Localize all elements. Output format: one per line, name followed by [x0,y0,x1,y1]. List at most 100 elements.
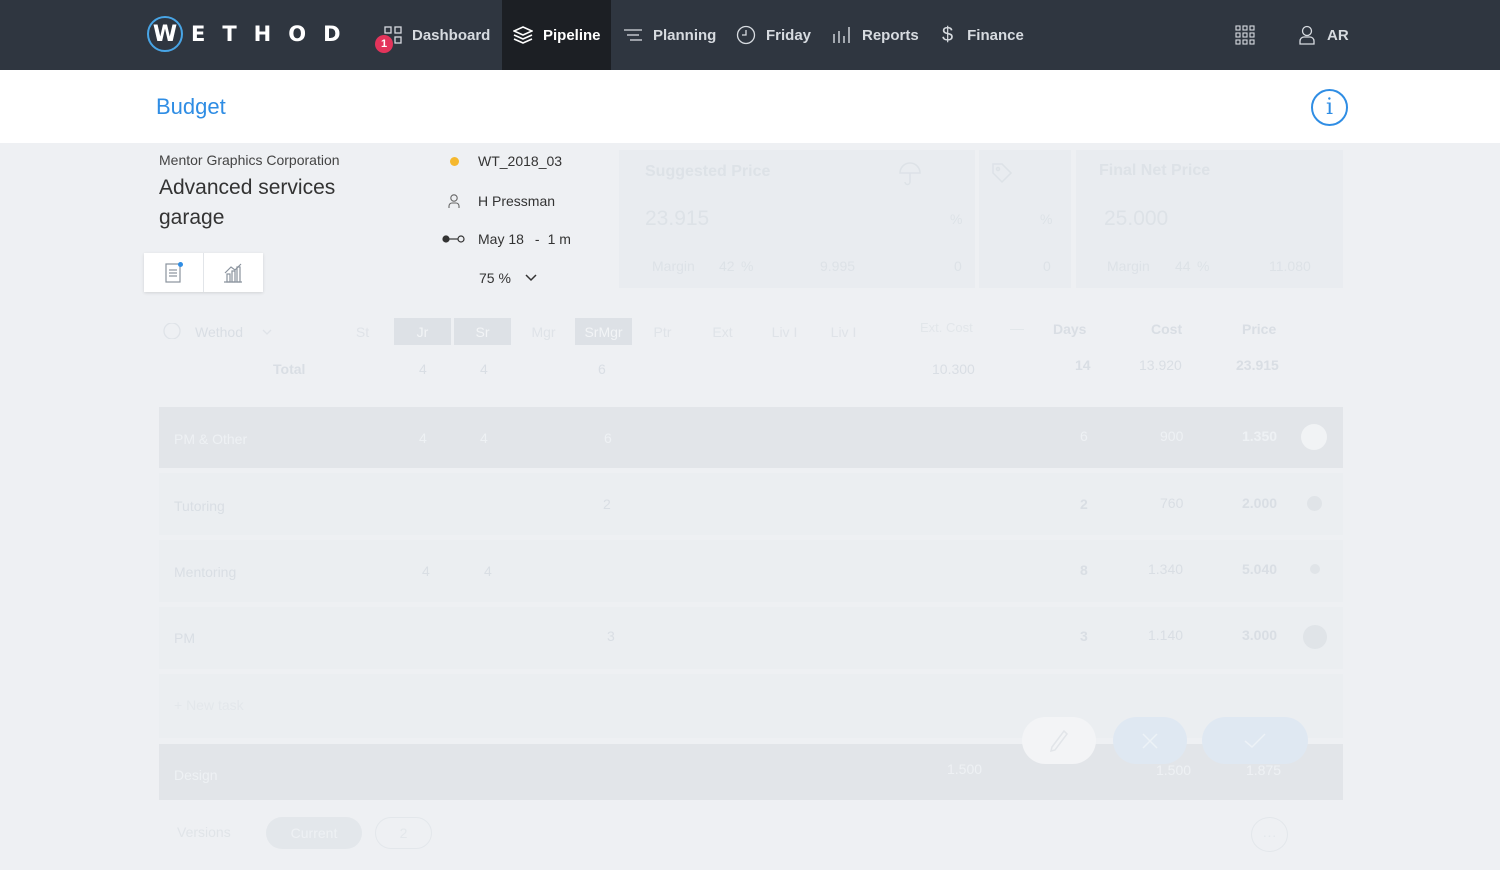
row-days: 3 [1080,628,1088,644]
nav-dashboard[interactable]: Dashboard [384,0,490,70]
confirm-button[interactable] [1202,717,1308,764]
company-chevron-icon [262,329,272,335]
dollar-icon: $ [942,23,954,46]
suggested-margin-pct: 42 [719,258,735,274]
version-current[interactable]: Current [266,817,362,849]
user-icon [1299,25,1315,45]
tag-icon [992,163,1013,184]
project-start: May 18 [478,231,524,247]
row-jr: 4 [419,430,427,446]
final-price-value[interactable]: 25.000 [1104,207,1168,231]
page-title: Budget [156,94,226,119]
final-margin-value: 11.080 [1269,258,1311,274]
ext-cost-header: Ext. Cost [920,320,973,335]
total-jr: 4 [419,361,427,377]
level-jr[interactable]: Jr [394,318,451,345]
more-options-button[interactable]: ··· [1251,817,1288,852]
notification-badge[interactable]: 1 [375,35,393,53]
row-status-dot[interactable] [1303,625,1327,649]
probability-value: 75 % [479,270,511,286]
nav-pipeline[interactable]: Pipeline [502,0,611,70]
row-status-dot[interactable] [1310,564,1320,574]
row-ext: 1.500 [947,761,983,777]
total-srmgr: 6 [598,361,606,377]
discount-pct-sign: % [1040,211,1053,227]
project-code-row: WT_2018_03 [440,153,562,169]
project-code: WT_2018_03 [478,153,563,169]
nav-friday-label: Friday [766,26,812,44]
active-dot [178,262,183,267]
nav-friday[interactable]: Friday [736,0,811,70]
versions-label: Versions [177,824,231,840]
chart-view-button[interactable] [204,253,264,292]
row-price: 1.350 [1242,428,1278,444]
info-button[interactable]: i [1311,89,1348,126]
person-icon [448,193,460,208]
project-duration: 1 m [547,231,571,247]
total-ext: 10.300 [932,361,975,377]
new-task-button[interactable]: + New task [174,697,244,713]
client-name: Mentor Graphics Corporation [159,152,340,168]
level-ptr[interactable]: Ptr [634,318,691,345]
wethod-logo[interactable]: W ETHOD [147,16,358,52]
level-liv1[interactable]: Liv I [756,318,813,345]
probability-select[interactable]: 75 % [479,270,537,286]
suggested-pct-sign: % [950,211,963,227]
version-2[interactable]: 2 [375,817,432,849]
top-nav: W ETHOD Dashboard 1 Pipeline Planning Fr… [0,0,1500,70]
row-cost: 1.140 [1148,627,1184,643]
row-cost: 1.340 [1148,561,1184,577]
final-margin-pct-sign: % [1197,258,1210,274]
nav-reports-label: Reports [862,26,919,44]
nav-reports[interactable]: Reports [832,0,919,70]
apps-menu[interactable] [1235,0,1255,70]
row-label: PM & Other [174,431,248,447]
level-liv1-b[interactable]: Liv I [815,318,872,345]
suggested-price-label: Suggested Price [645,163,771,180]
nav-planning-label: Planning [653,26,717,44]
total-label: Total [273,361,306,377]
row-srmgr: 3 [607,628,615,644]
price-header: Price [1242,321,1277,337]
days-header: Days [1053,321,1087,337]
row-status-dot[interactable] [1307,496,1322,511]
row-srmgr: 2 [603,496,611,512]
final-price-label: Final Net Price [1099,162,1211,179]
level-sr[interactable]: Sr [454,318,511,345]
suggested-margin-label: Margin [652,258,695,274]
suggested-margin-pct-sign: % [741,258,754,274]
project-name: Advanced services garage [159,176,336,229]
bar-chart-icon [833,27,850,43]
row-sr: 4 [480,430,488,446]
nav-pipeline-label: Pipeline [543,26,601,44]
total-sr: 4 [480,361,488,377]
level-ext[interactable]: Ext [694,318,751,345]
nav-finance[interactable]: $ Finance [942,0,1024,70]
row-cost: 1.500 [1156,762,1192,778]
project-manager-row: H Pressman [440,193,555,209]
umbrella-icon [899,162,921,186]
discount-zero: 0 [1043,258,1051,274]
nav-dashboard-label: Dashboard [412,26,491,44]
check-icon [1244,732,1266,748]
level-srmgr[interactable]: SrMgr [575,318,632,345]
project-dates-row: May 18 - 1 m [440,231,571,247]
edit-button[interactable] [1022,717,1096,764]
user-menu[interactable]: AR [1299,0,1349,70]
budget-view-button[interactable] [144,253,204,292]
ext-cost-dash: — [1010,320,1024,336]
company-select[interactable]: Wethod [195,324,243,340]
nav-planning[interactable]: Planning [623,0,716,70]
logo-text: ETHOD [191,22,358,46]
chart-icon [224,263,243,283]
row-price: 2.000 [1242,495,1278,511]
row-price: 3.000 [1242,627,1278,643]
row-label: Design [174,767,218,783]
row-status-dot[interactable] [1301,424,1327,450]
level-st[interactable]: St [334,318,391,345]
company-icon [163,323,181,339]
date-separator: - [534,231,540,247]
cost-header: Cost [1151,321,1183,337]
cancel-button[interactable] [1113,717,1187,764]
level-mgr[interactable]: Mgr [515,318,572,345]
